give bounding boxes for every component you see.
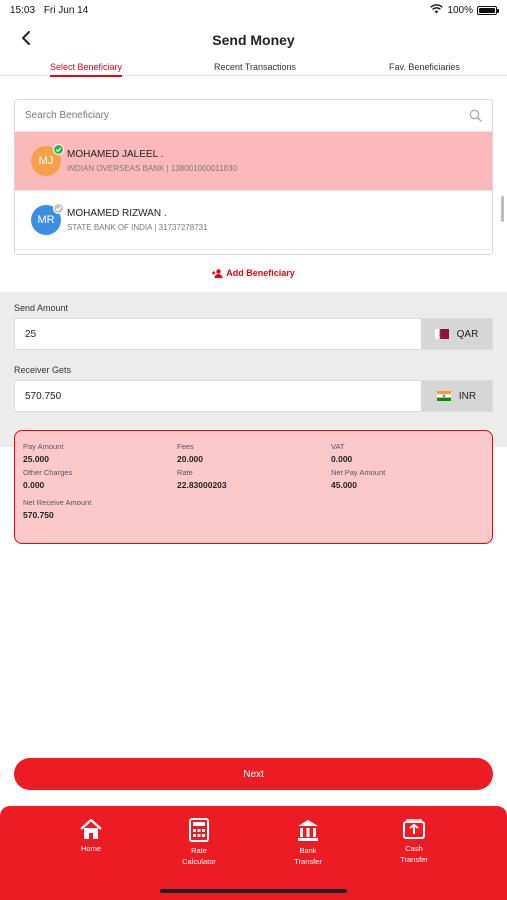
avatar: MJ bbox=[31, 144, 64, 176]
cash-icon bbox=[403, 819, 425, 839]
amount-section: Send Amount QAR Receiver Gets INR bbox=[0, 292, 507, 447]
pay-amount-label: Pay Amount bbox=[23, 442, 64, 451]
tab-bar: Select Beneficiary Recent Transactions F… bbox=[0, 60, 507, 77]
other-charges-value: 0.000 bbox=[23, 480, 45, 490]
nav-item-rate-calculator[interactable]: Rate Calculator bbox=[159, 818, 239, 867]
nav-item-cash-transfer[interactable]: Cash Transfer bbox=[374, 818, 454, 865]
beneficiary-bank: INDIAN OVERSEAS BANK | 138001000011830 bbox=[67, 164, 238, 173]
net-receive-value: 570.750 bbox=[23, 510, 54, 520]
nav-label-cash-transfer: Cash Transfer bbox=[400, 844, 428, 864]
bank-icon bbox=[298, 820, 318, 841]
nav-label-bank-transfer: Bank Transfer bbox=[294, 846, 322, 866]
top-bar: Send Money bbox=[0, 24, 507, 60]
fees-label: Fees bbox=[177, 442, 194, 451]
rate-cell: Rate 22.83000203 bbox=[177, 468, 227, 490]
status-left: 15:03 Fri Jun 14 bbox=[10, 5, 94, 16]
pay-amount-cell: Pay Amount 25.000 bbox=[23, 442, 63, 464]
list-scrollbar[interactable] bbox=[501, 196, 504, 222]
net-pay-label: Net Pay Amount bbox=[331, 468, 386, 477]
status-right: 100% bbox=[430, 3, 499, 17]
receive-currency-selector[interactable]: INR bbox=[421, 381, 492, 411]
tab-select-beneficiary[interactable]: Select Beneficiary bbox=[50, 62, 123, 77]
beneficiary-row[interactable]: MR MOHAMED RIZWAN . STATE BANK OF INDIA … bbox=[15, 191, 492, 250]
rate-value: 22.83000203 bbox=[177, 480, 227, 490]
battery-icon bbox=[477, 5, 499, 15]
beneficiary-name: MOHAMED RIZWAN . bbox=[67, 208, 167, 219]
search-icon[interactable] bbox=[469, 109, 482, 127]
beneficiary-name: MOHAMED JALEEL . bbox=[67, 149, 164, 160]
beneficiary-panel: MJ MOHAMED JALEEL . INDIAN OVERSEAS BANK… bbox=[14, 99, 493, 255]
wifi-icon bbox=[430, 3, 444, 17]
avatar-initials: MJ bbox=[38, 155, 54, 167]
add-beneficiary-label: Add Beneficiary bbox=[226, 268, 295, 278]
send-amount-label: Send Amount bbox=[14, 303, 69, 313]
nav-item-home[interactable]: Home bbox=[51, 818, 131, 854]
check-icon bbox=[53, 144, 64, 155]
charges-summary: Pay Amount 25.000 Fees 20.000 VAT 0.000 … bbox=[14, 430, 493, 544]
next-button[interactable]: Next bbox=[14, 758, 493, 790]
india-flag-icon bbox=[436, 391, 451, 401]
other-charges-label: Other Charges bbox=[23, 468, 73, 477]
nav-item-bank-transfer[interactable]: Bank Transfer bbox=[268, 818, 348, 867]
send-currency-selector[interactable]: QAR bbox=[421, 319, 492, 349]
page-title: Send Money bbox=[212, 32, 295, 48]
add-user-icon bbox=[212, 268, 223, 278]
qatar-flag-icon bbox=[434, 329, 449, 339]
fees-cell: Fees 20.000 bbox=[177, 442, 203, 464]
battery-percent: 100% bbox=[447, 4, 473, 16]
receiver-gets-label: Receiver Gets bbox=[14, 365, 72, 375]
send-currency-code: QAR bbox=[456, 328, 479, 340]
vat-value: 0.000 bbox=[331, 454, 353, 464]
search-input[interactable] bbox=[25, 110, 445, 121]
beneficiary-info: MOHAMED RIZWAN . STATE BANK OF INDIA | 3… bbox=[67, 208, 208, 232]
status-date: Fri Jun 14 bbox=[43, 4, 89, 16]
calculator-icon bbox=[189, 818, 209, 842]
fees-value: 20.000 bbox=[177, 454, 203, 464]
other-charges-cell: Other Charges 0.000 bbox=[23, 468, 72, 490]
rate-label: Rate bbox=[177, 468, 193, 477]
home-icon bbox=[80, 818, 102, 839]
net-receive-label: Net Receive Amount bbox=[23, 498, 92, 507]
tab-recent-transactions[interactable]: Recent Transactions bbox=[214, 62, 296, 72]
bottom-nav: Home Rate Calculator Bank Transfer Cash … bbox=[0, 806, 507, 900]
net-pay-value: 45.000 bbox=[331, 480, 357, 490]
send-amount-field: QAR bbox=[14, 318, 493, 350]
tab-fav-beneficiaries[interactable]: Fav. Beneficiaries bbox=[389, 62, 460, 72]
home-indicator bbox=[160, 889, 347, 893]
status-bar: 15:03 Fri Jun 14 100% bbox=[0, 0, 507, 20]
status-time: 15:03 bbox=[10, 4, 36, 16]
beneficiary-bank: STATE BANK OF INDIA | 31737278731 bbox=[67, 223, 208, 232]
net-pay-cell: Net Pay Amount 45.000 bbox=[331, 468, 385, 490]
nav-label-home: Home bbox=[80, 844, 101, 853]
avatar: MR bbox=[31, 203, 64, 235]
send-amount-input[interactable] bbox=[15, 319, 421, 349]
add-beneficiary-link[interactable]: Add Beneficiary bbox=[0, 268, 507, 278]
check-icon bbox=[53, 203, 64, 214]
vat-cell: VAT 0.000 bbox=[331, 442, 352, 464]
vat-label: VAT bbox=[331, 442, 345, 451]
receive-currency-code: INR bbox=[458, 390, 477, 402]
beneficiary-info: MOHAMED JALEEL . INDIAN OVERSEAS BANK | … bbox=[67, 149, 237, 173]
nav-label-rate-calculator: Rate Calculator bbox=[182, 846, 216, 866]
net-receive-cell: Net Receive Amount 570.750 bbox=[23, 498, 91, 520]
avatar-initials: MR bbox=[37, 214, 55, 226]
beneficiary-row[interactable]: MJ MOHAMED JALEEL . INDIAN OVERSEAS BANK… bbox=[15, 132, 492, 191]
search-row bbox=[15, 100, 492, 132]
pay-amount-value: 25.000 bbox=[23, 454, 49, 464]
receiver-gets-field: INR bbox=[14, 380, 493, 412]
receiver-gets-input[interactable] bbox=[15, 381, 421, 411]
